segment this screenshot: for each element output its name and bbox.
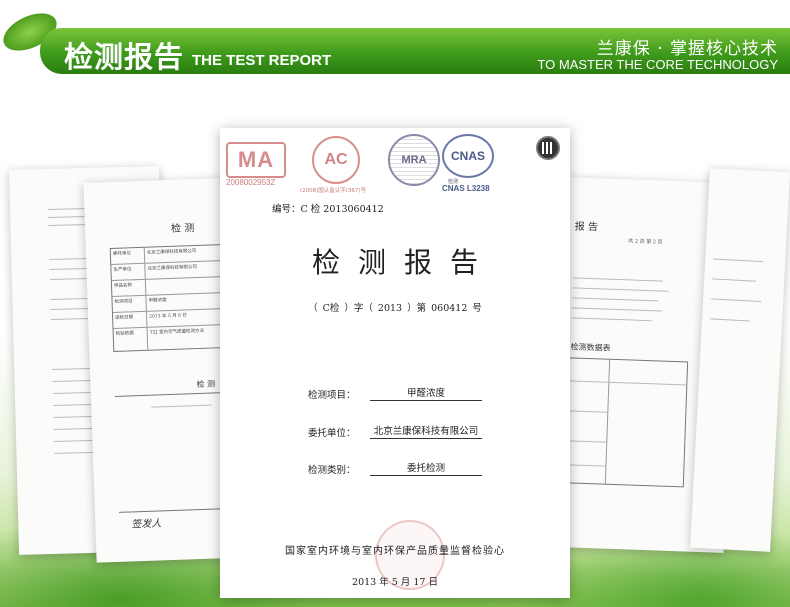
field-test-item: 检测项目： 甲醛浓度	[308, 385, 482, 401]
right-doc-page-number: 共 2 页 第 2 页	[628, 238, 663, 246]
left-doc-header: 检 测	[170, 223, 195, 235]
field-test-category: 检测类别： 委托检测	[308, 460, 482, 476]
field-label: 检测项目：	[308, 390, 356, 401]
report-code: （ C检 ）字（ 2013 ）第 060412 号	[308, 303, 482, 314]
field-value: 委托检测	[370, 460, 482, 476]
right-doc-table	[563, 357, 689, 488]
seal-pattern-icon	[542, 142, 554, 154]
cal-caption: (2008)国认监认字(367)号	[300, 188, 367, 194]
page-subtitle: THE TEST REPORT	[192, 52, 332, 69]
report-number: 编号：C 检 2013060412	[272, 204, 384, 215]
report-date: 2013 年 5 月 17 日	[352, 577, 438, 588]
issuing-organization: 国家室内环境与室内环保产品质量监督检验心	[285, 546, 505, 557]
right-doc-header: 报 告	[574, 221, 599, 234]
cal-logo-icon: AC	[312, 136, 360, 184]
ilac-mra-logo-icon: MRA	[388, 134, 440, 186]
right-doc-section: 检测数据表	[570, 342, 611, 353]
field-label: 委托单位：	[308, 428, 356, 439]
cma-number: 2008002953Z	[226, 178, 276, 187]
cnas-logo-icon: CNAS	[442, 134, 494, 178]
left-doc-mid-heading: 检 测	[196, 379, 216, 390]
field-client: 委托单位： 北京兰康保科技有限公司	[308, 423, 482, 439]
field-value: 甲醛浓度	[370, 385, 482, 401]
report-title: 检测报告	[311, 246, 496, 279]
signature: 签发人	[131, 518, 162, 531]
test-report-document: MA 2008002953Z AC (2008)国认监认字(367)号 MRA …	[220, 128, 570, 598]
field-value: 北京兰康保科技有限公司	[370, 423, 482, 439]
cma-logo-icon: MA	[226, 142, 286, 178]
brand-slogan-cn: 兰康保 · 掌握核心技术	[596, 39, 778, 59]
brand-slogan-en: TO MASTER THE CORE TECHNOLOGY	[537, 57, 778, 72]
cnas-number: CNAS L3238	[442, 184, 490, 193]
field-label: 检测类别：	[308, 465, 356, 476]
page-title: 检测报告	[64, 40, 185, 74]
